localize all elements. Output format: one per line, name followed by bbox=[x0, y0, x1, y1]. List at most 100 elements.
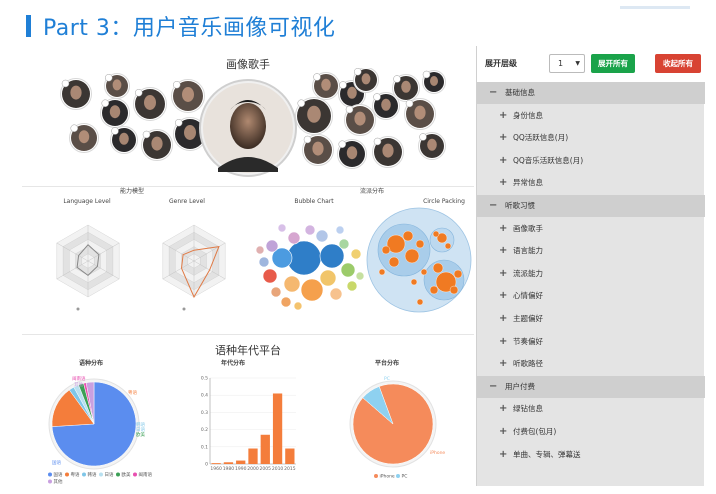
bar[interactable] bbox=[285, 448, 295, 464]
tree-item-row[interactable]: + 语言能力 bbox=[477, 240, 705, 262]
artist-avatar[interactable] bbox=[100, 98, 130, 128]
expand-icon[interactable]: + bbox=[499, 421, 507, 443]
tree-group-row[interactable]: − 基础信息 bbox=[477, 82, 705, 104]
tree-item-row[interactable]: + QQ音乐活跃信息(月) bbox=[477, 150, 705, 172]
genre-bubble[interactable] bbox=[262, 268, 278, 284]
expand-icon[interactable]: + bbox=[499, 353, 507, 375]
artist-avatar[interactable] bbox=[69, 123, 99, 153]
tree-item-row[interactable]: + 付费包(包月) bbox=[477, 421, 705, 443]
genre-bubble[interactable] bbox=[350, 248, 362, 260]
genre-circle[interactable] bbox=[432, 230, 440, 238]
expand-icon[interactable]: + bbox=[499, 398, 507, 420]
artist-avatar[interactable] bbox=[110, 126, 138, 154]
artist-avatar[interactable] bbox=[141, 129, 173, 161]
genre-bubble[interactable] bbox=[280, 296, 292, 308]
genre-circle[interactable] bbox=[444, 242, 452, 250]
collapse-icon[interactable]: − bbox=[489, 82, 497, 104]
bar[interactable] bbox=[236, 460, 246, 464]
genre-bubble[interactable] bbox=[300, 278, 324, 302]
tree-item-row[interactable]: + 心情偏好 bbox=[477, 285, 705, 307]
tree-item-row[interactable]: + 异常信息 bbox=[477, 172, 705, 194]
expand-icon[interactable]: + bbox=[499, 105, 507, 127]
genre-bubble[interactable] bbox=[340, 262, 356, 278]
artist-avatar[interactable] bbox=[404, 98, 436, 130]
artist-avatar[interactable] bbox=[295, 97, 333, 135]
bar[interactable] bbox=[211, 463, 221, 464]
expand-icon[interactable]: + bbox=[499, 150, 507, 172]
expand-icon[interactable]: + bbox=[499, 308, 507, 330]
genre-bubble[interactable] bbox=[319, 269, 337, 287]
expand-icon[interactable]: + bbox=[499, 263, 507, 285]
genre-bubble[interactable] bbox=[258, 256, 270, 268]
genre-circle[interactable] bbox=[415, 239, 425, 249]
artist-avatar[interactable] bbox=[104, 73, 130, 99]
artist-avatar[interactable] bbox=[422, 70, 446, 94]
artist-avatar[interactable] bbox=[60, 78, 92, 110]
genre-bubble[interactable] bbox=[287, 231, 301, 245]
collapse-icon[interactable]: − bbox=[489, 195, 497, 217]
bar[interactable] bbox=[260, 434, 270, 464]
bar[interactable] bbox=[272, 393, 283, 464]
genre-bubble[interactable] bbox=[293, 301, 303, 311]
expand-icon[interactable]: + bbox=[499, 218, 507, 240]
tree-item-row[interactable]: + 身份信息 bbox=[477, 105, 705, 127]
tree-item-row[interactable]: + QQ活跃信息(月) bbox=[477, 127, 705, 149]
artist-avatar[interactable] bbox=[353, 68, 379, 93]
genre-bubble[interactable] bbox=[338, 238, 350, 250]
expand-icon[interactable]: + bbox=[499, 127, 507, 149]
expand-level-select[interactable]: 1 ▼ bbox=[549, 54, 585, 73]
artist-avatar[interactable] bbox=[302, 134, 334, 166]
genre-bubble[interactable] bbox=[255, 245, 265, 255]
tree-item-row[interactable]: + 画像歌手 bbox=[477, 218, 705, 240]
tree-item-row[interactable]: + 流派能力 bbox=[477, 263, 705, 285]
tree-item-row[interactable]: + 单曲、专辑、弹幕送 bbox=[477, 444, 705, 466]
expand-icon[interactable]: + bbox=[499, 172, 507, 194]
genre-circle[interactable] bbox=[416, 298, 424, 306]
tree-item-row[interactable]: + 绿钻信息 bbox=[477, 398, 705, 420]
genre-bubble[interactable] bbox=[265, 239, 279, 253]
genre-circle[interactable] bbox=[388, 256, 400, 268]
genre-bubble[interactable] bbox=[283, 275, 301, 293]
artist-avatar[interactable] bbox=[133, 87, 167, 121]
genre-bubble[interactable] bbox=[277, 223, 287, 233]
artist-avatar[interactable] bbox=[337, 139, 367, 169]
genre-bubble[interactable] bbox=[346, 280, 358, 292]
featured-artist-avatar[interactable] bbox=[199, 79, 297, 177]
artist-avatar[interactable] bbox=[171, 79, 205, 113]
tree-group-row[interactable]: − 听歌习惯 bbox=[477, 195, 705, 217]
expand-icon[interactable]: + bbox=[499, 240, 507, 262]
genre-bubble[interactable] bbox=[335, 225, 345, 235]
bar[interactable] bbox=[223, 462, 234, 464]
genre-bubble[interactable] bbox=[315, 229, 329, 243]
genre-circle[interactable] bbox=[402, 230, 414, 242]
tree-item-row[interactable]: + 节奏偏好 bbox=[477, 331, 705, 353]
expand-icon[interactable]: + bbox=[499, 331, 507, 353]
tree-group-row[interactable]: − 用户付费 bbox=[477, 375, 705, 398]
artist-avatar[interactable] bbox=[312, 72, 340, 100]
genre-circle[interactable] bbox=[404, 248, 420, 264]
genre-circle[interactable] bbox=[453, 269, 463, 279]
collapse-all-button[interactable]: 收起所有 bbox=[655, 54, 701, 73]
genre-circle[interactable] bbox=[378, 268, 386, 276]
artist-avatar[interactable] bbox=[344, 104, 376, 136]
tree-item-row[interactable]: + 主题偏好 bbox=[477, 308, 705, 330]
genre-circle[interactable] bbox=[432, 262, 444, 274]
genre-bubble[interactable] bbox=[355, 271, 365, 281]
genre-circle[interactable] bbox=[420, 268, 428, 276]
genre-circle[interactable] bbox=[381, 245, 391, 255]
genre-bubble[interactable] bbox=[304, 224, 316, 236]
tree-item-row[interactable]: + 听歌路径 bbox=[477, 353, 705, 375]
expand-icon[interactable]: + bbox=[499, 285, 507, 307]
artist-avatar[interactable] bbox=[418, 132, 446, 160]
genre-circle[interactable] bbox=[410, 278, 418, 286]
genre-circle[interactable] bbox=[429, 285, 439, 295]
artist-avatar[interactable] bbox=[372, 136, 404, 168]
genre-bubble[interactable] bbox=[329, 287, 343, 301]
expand-icon[interactable]: + bbox=[499, 444, 507, 466]
expand-all-button[interactable]: 展开所有 bbox=[591, 54, 635, 73]
artist-avatar[interactable] bbox=[392, 74, 420, 102]
bar[interactable] bbox=[248, 448, 258, 464]
genre-circle[interactable] bbox=[449, 285, 459, 295]
genre-bubble[interactable] bbox=[270, 286, 282, 298]
collapse-icon[interactable]: − bbox=[489, 376, 497, 398]
